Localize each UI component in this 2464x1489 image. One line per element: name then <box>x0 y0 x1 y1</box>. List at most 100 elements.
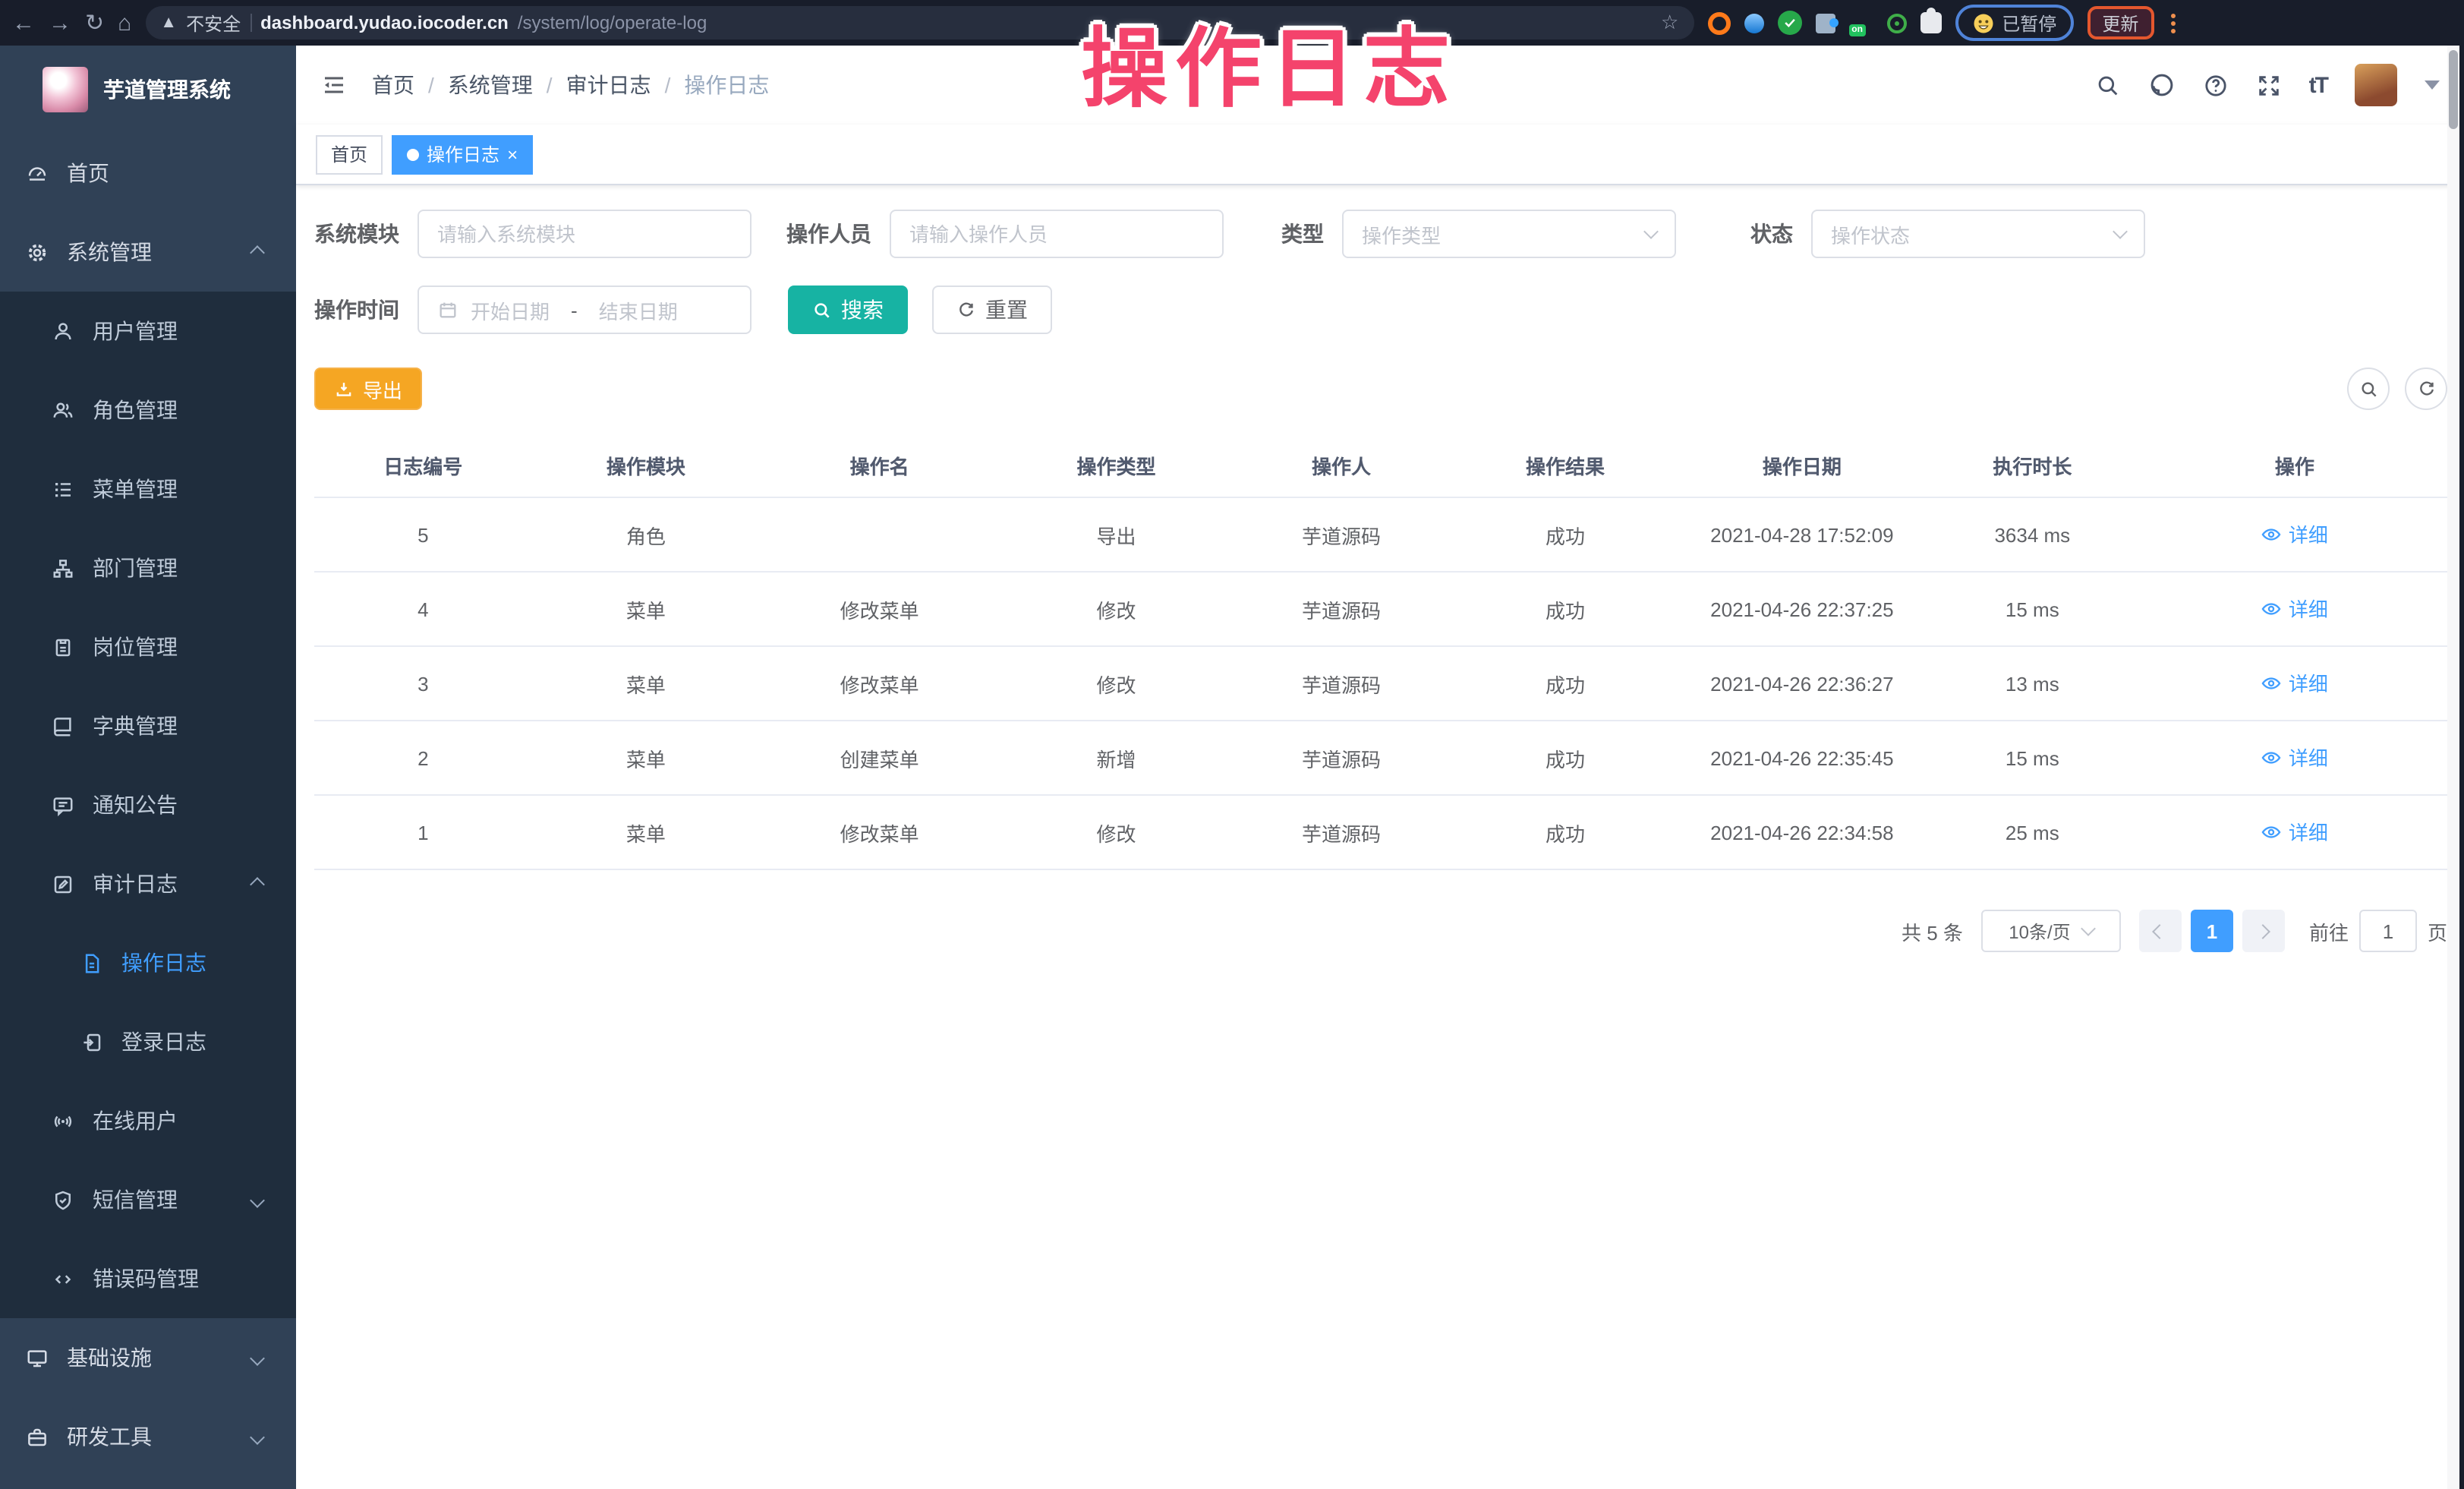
app-logo-row[interactable]: 芋道管理系统 <box>0 46 296 134</box>
export-button[interactable]: 导出 <box>314 368 422 410</box>
sidebar-item-dict[interactable]: 字典管理 <box>0 686 296 765</box>
breadcrumb-separator: / <box>547 73 553 97</box>
sidebar-item-operate-log[interactable]: 操作日志 <box>0 923 296 1002</box>
page-size-select[interactable]: 10条/页 <box>1981 910 2121 952</box>
module-input[interactable] <box>437 222 732 245</box>
browser-back-icon[interactable]: ← <box>12 11 35 34</box>
help-icon[interactable] <box>2203 72 2229 98</box>
status-select[interactable]: 操作状态 <box>1811 210 2145 258</box>
url-path: /system/log/operate-log <box>518 12 707 33</box>
dashboard-icon <box>26 162 49 185</box>
cell-log-id: 3 <box>314 672 532 695</box>
hamburger-icon[interactable] <box>320 71 348 99</box>
operator-label: 操作人员 <box>786 219 871 249</box>
sidebar-item-menus[interactable]: 菜单管理 <box>0 450 296 528</box>
detail-link[interactable]: 详细 <box>2261 595 2328 623</box>
sidebar-item-dev-tools[interactable]: 研发工具 <box>0 1397 296 1476</box>
sidebar-item-audit-log[interactable]: 审计日志 <box>0 844 296 923</box>
browser-forward-icon[interactable]: → <box>49 11 71 34</box>
cell-type: 修改 <box>999 818 1234 847</box>
sidebar-item-label: 用户管理 <box>93 316 178 346</box>
detail-link[interactable]: 详细 <box>2261 818 2328 847</box>
cell-module: 菜单 <box>532 743 761 772</box>
login-icon <box>80 1030 103 1053</box>
refresh-table-button[interactable] <box>2405 368 2447 410</box>
cell-type: 导出 <box>999 520 1234 549</box>
detail-label: 详细 <box>2289 520 2328 549</box>
address-bar[interactable]: ▲ 不安全 dashboard.yudao.iocoder.cn /system… <box>145 6 1694 39</box>
sidebar-item-error-code[interactable]: 错误码管理 <box>0 1239 296 1318</box>
detail-link[interactable]: 详细 <box>2261 520 2328 549</box>
detail-link[interactable]: 详细 <box>2261 743 2328 772</box>
extension-icon-orange[interactable] <box>1707 11 1730 34</box>
sidebar-item-users[interactable]: 用户管理 <box>0 292 296 371</box>
toggle-search-button[interactable] <box>2347 368 2390 410</box>
breadcrumb-item[interactable]: 审计日志 <box>566 70 651 100</box>
sidebar-item-infrastructure[interactable]: 基础设施 <box>0 1318 296 1397</box>
window-edge <box>2459 0 2464 1489</box>
fullscreen-icon[interactable] <box>2256 72 2282 98</box>
users-icon <box>52 399 74 421</box>
caret-down-icon[interactable] <box>2425 80 2440 90</box>
sidebar-item-home[interactable]: 首页 <box>0 134 296 213</box>
next-page-button[interactable] <box>2242 910 2285 952</box>
browser-reload-icon[interactable]: ↻ <box>85 11 104 34</box>
sidebar-item-label: 字典管理 <box>93 711 178 741</box>
sidebar-item-posts[interactable]: 岗位管理 <box>0 607 296 686</box>
extension-icon-pages[interactable] <box>1815 13 1835 33</box>
range-separator: - <box>571 298 578 321</box>
update-button[interactable]: 更新 <box>2087 6 2154 39</box>
paused-pill[interactable]: 已暂停 <box>1955 5 2073 41</box>
goto-label: 前往 <box>2309 916 2349 945</box>
search-icon[interactable] <box>2095 72 2121 98</box>
user-avatar[interactable] <box>2355 64 2397 106</box>
sidebar-item-notice[interactable]: 通知公告 <box>0 765 296 844</box>
browser-home-icon[interactable]: ⌂ <box>118 11 131 34</box>
cell-duration: 15 ms <box>1923 598 2142 620</box>
end-date-placeholder: 结束日期 <box>599 295 678 324</box>
date-range-picker[interactable]: 开始日期 - 结束日期 <box>417 285 751 334</box>
prev-page-button[interactable] <box>2139 910 2182 952</box>
status-label: 状态 <box>1750 219 1793 249</box>
extension-icon-leaf[interactable] <box>1886 13 1906 33</box>
sidebar-item-departments[interactable]: 部门管理 <box>0 528 296 607</box>
sidebar-item-system[interactable]: 系统管理 <box>0 213 296 292</box>
tag-operate-log[interactable]: 操作日志 × <box>392 134 533 174</box>
close-icon[interactable]: × <box>507 145 518 163</box>
scrollbar-thumb[interactable] <box>2449 50 2458 129</box>
scrollbar-track[interactable] <box>2447 46 2459 1489</box>
breadcrumb-item[interactable]: 首页 <box>372 70 414 100</box>
page-number-current[interactable]: 1 <box>2191 910 2233 952</box>
browser-menu-icon[interactable] <box>2167 13 2178 33</box>
edit-log-icon <box>52 872 74 895</box>
sidebar-item-roles[interactable]: 角色管理 <box>0 371 296 450</box>
bookmark-star-icon[interactable]: ☆ <box>1661 11 1678 35</box>
extension-icon-drop[interactable] <box>1744 13 1763 33</box>
page-size-value: 10条/页 <box>2009 918 2070 944</box>
operator-input[interactable] <box>909 222 1204 245</box>
search-button[interactable]: 搜索 <box>788 285 908 334</box>
extensions-puzzle-icon[interactable] <box>1920 12 1941 33</box>
extension-icon-green-check[interactable] <box>1777 11 1801 35</box>
cell-operator: 芋道源码 <box>1234 669 1449 698</box>
github-icon[interactable] <box>2148 71 2176 99</box>
export-button-label: 导出 <box>363 374 402 403</box>
sidebar-item-label: 错误码管理 <box>93 1263 199 1294</box>
extension-icon-switch[interactable]: on <box>1848 12 1873 33</box>
chevron-right-icon <box>2256 923 2271 939</box>
sidebar-item-sms[interactable]: 短信管理 <box>0 1160 296 1239</box>
tag-home[interactable]: 首页 <box>316 134 383 174</box>
font-size-icon[interactable]: tT <box>2309 72 2327 98</box>
goto-page-input[interactable] <box>2359 910 2417 952</box>
sidebar-item-label: 通知公告 <box>93 790 178 820</box>
sidebar-item-login-log[interactable]: 登录日志 <box>0 1002 296 1081</box>
cell-duration: 15 ms <box>1923 746 2142 769</box>
detail-link[interactable]: 详细 <box>2261 669 2328 698</box>
app-logo <box>43 67 88 112</box>
type-select[interactable]: 操作类型 <box>1342 210 1676 258</box>
cell-log-id: 4 <box>314 598 532 620</box>
reset-button[interactable]: 重置 <box>932 285 1052 334</box>
total-count: 共 5 条 <box>1902 916 1963 945</box>
sidebar-item-online-users[interactable]: 在线用户 <box>0 1081 296 1160</box>
breadcrumb-item[interactable]: 系统管理 <box>448 70 533 100</box>
